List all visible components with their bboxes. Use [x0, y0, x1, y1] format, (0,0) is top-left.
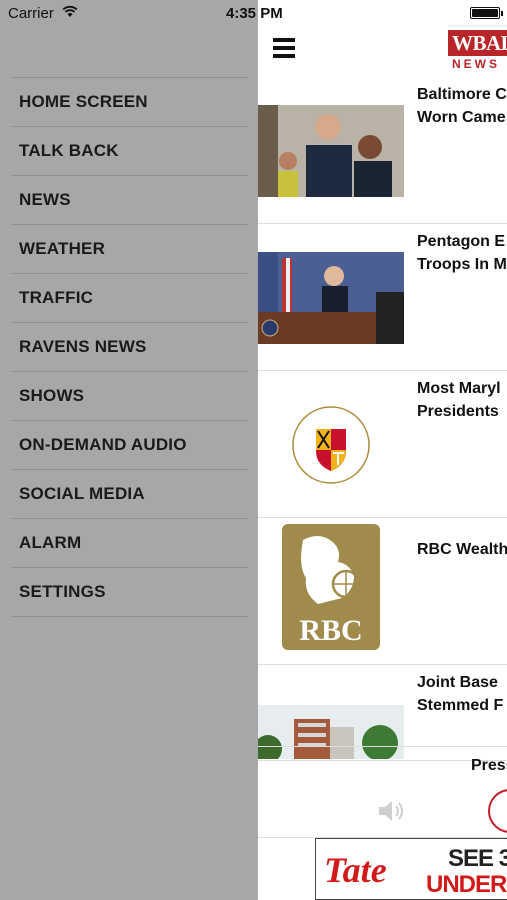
menu-item-news[interactable]: NEWS	[11, 176, 248, 225]
article-headline: Baltimore C Worn Came	[417, 86, 507, 126]
tate-ad-banner[interactable]: Tate SEE 3 UNDER	[315, 838, 507, 900]
article-headline: RBC Wealth	[417, 541, 507, 558]
article-item-maryland[interactable]: Most Maryl Presidents	[258, 371, 507, 518]
article-item-pentagon[interactable]: Pentagon E Troops In M	[258, 224, 507, 371]
audio-player: Press	[258, 746, 507, 838]
status-time: 4:35 PM	[226, 5, 283, 22]
press-label: Press	[471, 757, 507, 774]
side-menu-drawer: HOME SCREEN TALK BACK NEWS WEATHER TRAFF…	[0, 0, 258, 900]
menu-item-shows[interactable]: SHOWS	[11, 372, 248, 421]
menu-item-traffic[interactable]: TRAFFIC	[11, 274, 248, 323]
main-panel: WBAL NEWS Baltimore CWorn Came	[258, 0, 507, 900]
carrier-label: Carrier	[8, 5, 54, 22]
menu-item-settings[interactable]: SETTINGS	[11, 568, 248, 617]
wifi-icon	[62, 5, 78, 17]
wbal-news-logo: WBAL NEWS	[444, 26, 507, 72]
speaker-icon[interactable]	[376, 799, 406, 823]
menu-item-home-screen[interactable]: HOME SCREEN	[11, 78, 248, 127]
police-officers-photo	[258, 105, 404, 197]
menu-item-weather[interactable]: WEATHER	[11, 225, 248, 274]
pentagon-podium-photo	[258, 252, 404, 344]
article-list: Baltimore C Worn Came Pentagon E Troops In…	[258, 77, 507, 761]
article-headline: Most Maryl Presidents	[417, 380, 501, 420]
play-icon[interactable]	[488, 789, 507, 833]
menu-item-alarm[interactable]: ALARM	[11, 519, 248, 568]
menu-item-on-demand-audio[interactable]: ON-DEMAND AUDIO	[11, 421, 248, 470]
menu-item-talk-back[interactable]: TALK BACK	[11, 127, 248, 176]
side-menu: HOME SCREEN TALK BACK NEWS WEATHER TRAFF…	[11, 77, 248, 617]
university-system-of-maryland-seal	[258, 399, 404, 491]
article-item-rbc[interactable]: RBC RBC Wealth	[258, 518, 507, 665]
hamburger-menu-icon[interactable]	[273, 38, 295, 60]
article-headline: Pentagon E Troops In M	[417, 233, 507, 273]
article-item-baltimore[interactable]: Baltimore C Worn Came	[258, 77, 507, 224]
battery-icon	[470, 7, 503, 19]
status-bar: Carrier 4:35 PM	[0, 0, 507, 28]
article-headline: Joint Base Stemmed F	[417, 674, 504, 714]
menu-item-ravens-news[interactable]: RAVENS NEWS	[11, 323, 248, 372]
menu-item-social-media[interactable]: SOCIAL MEDIA	[11, 470, 248, 519]
rbc-logo: RBC	[258, 518, 404, 664]
